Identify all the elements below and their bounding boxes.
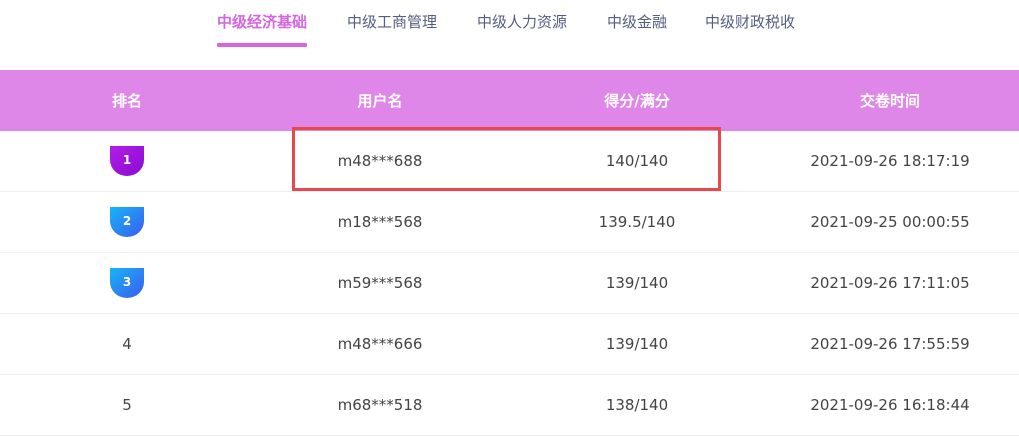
header-score: 得分/满分 xyxy=(604,92,670,110)
time-cell: 2021-09-26 17:55:59 xyxy=(810,335,970,353)
rank-number: 3 xyxy=(123,275,131,289)
header-time: 交卷时间 xyxy=(859,92,920,110)
table-header: 排名 用户名 得分/满分 交卷时间 xyxy=(0,70,1019,131)
score-cell: 140/140 xyxy=(605,152,669,170)
score-cell: 139.5/140 xyxy=(598,213,676,231)
rank-cell: 2 xyxy=(27,192,227,252)
rank-number: 1 xyxy=(123,153,131,167)
table-row: 3 m59***568 139/140 2021-09-26 17:11:05 xyxy=(0,253,1019,314)
tab-human-resources[interactable]: 中级人力资源 xyxy=(477,12,567,32)
rank-cell: 4 xyxy=(122,335,132,353)
user-cell: m68***518 xyxy=(337,396,423,414)
score-cell: 139/140 xyxy=(605,335,669,353)
rank-cell: 1 xyxy=(27,131,227,191)
category-tabs: 中级经济基础 中级工商管理 中级人力资源 中级金融 中级财政税收 xyxy=(0,0,1019,70)
table-row: 4 m48***666 139/140 2021-09-26 17:55:59 xyxy=(0,314,1019,375)
header-rank: 排名 xyxy=(111,92,142,110)
tab-economics-basics[interactable]: 中级经济基础 xyxy=(217,12,308,47)
score-cell: 138/140 xyxy=(605,396,669,414)
time-cell: 2021-09-26 17:11:05 xyxy=(810,274,970,292)
ranking-table: 排名 用户名 得分/满分 交卷时间 1 m48***688 140/140 20… xyxy=(0,70,1019,436)
user-cell: m48***688 xyxy=(337,152,423,170)
time-cell: 2021-09-25 00:00:55 xyxy=(810,213,970,231)
tab-business-management[interactable]: 中级工商管理 xyxy=(347,12,437,32)
score-cell: 139/140 xyxy=(605,274,669,292)
user-cell: m59***568 xyxy=(337,274,423,292)
rank-cell: 5 xyxy=(122,396,132,414)
table-row: 5 m68***518 138/140 2021-09-26 16:18:44 xyxy=(0,375,1019,436)
header-user: 用户名 xyxy=(357,92,403,110)
medal-badge-icon: 3 xyxy=(110,268,144,298)
table-row: 1 m48***688 140/140 2021-09-26 18:17:19 xyxy=(0,131,1019,192)
tab-finance[interactable]: 中级金融 xyxy=(607,12,667,32)
rank-cell: 3 xyxy=(27,253,227,313)
table-row: 2 m18***568 139.5/140 2021-09-25 00:00:5… xyxy=(0,192,1019,253)
time-cell: 2021-09-26 16:18:44 xyxy=(810,396,970,414)
tab-fiscal-tax[interactable]: 中级财政税收 xyxy=(705,12,795,32)
time-cell: 2021-09-26 18:17:19 xyxy=(810,152,970,170)
user-cell: m18***568 xyxy=(337,213,423,231)
medal-badge-icon: 2 xyxy=(110,207,144,237)
user-cell: m48***666 xyxy=(337,335,423,353)
rank-number: 2 xyxy=(123,214,131,228)
medal-badge-icon: 1 xyxy=(110,146,144,176)
